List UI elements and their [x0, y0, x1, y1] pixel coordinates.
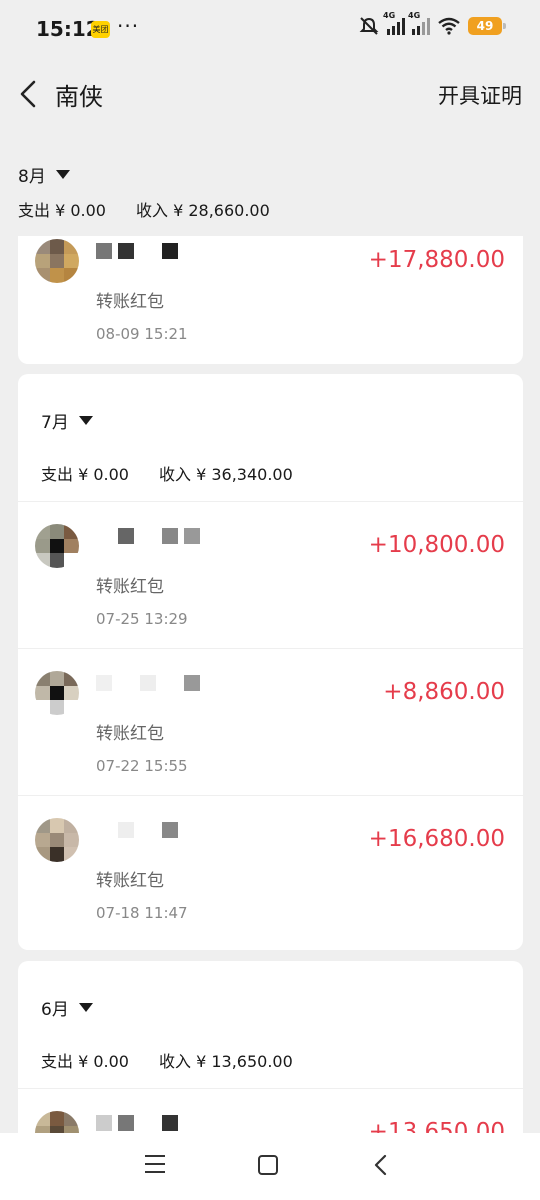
signal-1-icon: 4G: [383, 11, 405, 35]
list-item[interactable]: 转账红包 07-18 11:47 +16,680.00: [18, 796, 523, 943]
battery-icon: 49: [468, 17, 506, 35]
avatar: [35, 671, 79, 715]
issue-certificate-button[interactable]: 开具证明: [438, 80, 522, 110]
income-total: 收入 ¥ 13,650.00: [158, 1052, 293, 1071]
income-total: 收入 ¥ 36,340.00: [158, 465, 293, 484]
month-header: 6月 支出 ¥ 0.00 收入 ¥ 13,650.00: [18, 961, 523, 1089]
month-header: 7月 支出 ¥ 0.00 收入 ¥ 36,340.00: [18, 374, 523, 502]
signal-2-icon: 4G: [408, 11, 430, 35]
record-type: 转账红包: [96, 577, 164, 597]
nav-back-icon[interactable]: [372, 1153, 390, 1177]
record-datetime: 07-18 11:47: [96, 904, 188, 922]
sender-name-pixelated: [96, 675, 200, 691]
record-amount: +10,800.00: [368, 532, 505, 558]
status-bar: 15:12 美团 ··· 4G 4G 49: [0, 0, 540, 60]
sender-name-pixelated: [96, 822, 178, 838]
page-title: 南侠: [55, 83, 103, 111]
expense-total: 支出 ¥ 0.00: [41, 465, 129, 484]
record-type: 转账红包: [96, 724, 164, 744]
status-icons: 4G 4G 49: [358, 11, 506, 36]
record-amount: +17,880.00: [368, 247, 505, 273]
month-card-june: 6月 支出 ¥ 0.00 收入 ¥ 13,650.00 +13,650.00: [18, 961, 523, 1161]
bell-muted-icon: [359, 17, 379, 35]
month-selector-august[interactable]: 8月: [18, 162, 70, 187]
record-datetime: 07-22 15:55: [96, 757, 188, 775]
month-card-july: 7月 支出 ¥ 0.00 收入 ¥ 36,340.00 转账红包 07-25 1…: [18, 374, 523, 950]
recent-apps-icon[interactable]: [145, 1155, 165, 1173]
sticky-month-summary: 8月 支出 ¥ 0.00 收入 ¥ 28,660.00: [0, 150, 540, 236]
list-item[interactable]: 转账红包 07-25 13:29 +10,800.00: [18, 502, 523, 649]
month-label: 8月: [18, 167, 46, 187]
record-amount: +16,680.00: [368, 826, 505, 852]
caret-down-icon: [55, 170, 70, 179]
record-type: 转账红包: [96, 871, 164, 891]
expense-total: 支出 ¥ 0.00: [18, 201, 106, 220]
sender-name-pixelated: [96, 1115, 178, 1131]
avatar: [35, 818, 79, 862]
expense-total: 支出 ¥ 0.00: [41, 1052, 129, 1071]
back-arrow-icon[interactable]: [16, 78, 44, 110]
record-datetime: 08-09 15:21: [96, 325, 188, 343]
top-header: 南侠 开具证明: [0, 60, 540, 130]
month-label: 6月: [41, 1000, 69, 1020]
system-navigation-bar: [0, 1133, 540, 1200]
record-amount: +8,860.00: [383, 679, 505, 705]
avatar: [35, 239, 79, 283]
month-totals: 支出 ¥ 0.00 收入 ¥ 28,660.00: [18, 197, 270, 221]
list-item[interactable]: 转账红包 08-09 15:21 +17,880.00: [18, 217, 523, 364]
list-item[interactable]: 转账红包 07-22 15:55 +8,860.00: [18, 649, 523, 796]
avatar: [35, 524, 79, 568]
meituan-app-icon: 美团: [91, 21, 110, 38]
record-datetime: 07-25 13:29: [96, 610, 188, 628]
month-selector-june[interactable]: 6月: [41, 995, 93, 1020]
month-selector-july[interactable]: 7月: [41, 408, 93, 433]
caret-down-icon: [78, 1003, 93, 1012]
record-type: 转账红包: [96, 292, 164, 312]
home-icon[interactable]: [258, 1155, 278, 1175]
month-totals: 支出 ¥ 0.00 收入 ¥ 13,650.00: [41, 1048, 293, 1072]
caret-down-icon: [78, 416, 93, 425]
more-notifications-icon: ···: [117, 14, 140, 38]
month-label: 7月: [41, 413, 69, 433]
sender-name-pixelated: [96, 528, 200, 544]
income-total: 收入 ¥ 28,660.00: [135, 201, 270, 220]
month-totals: 支出 ¥ 0.00 收入 ¥ 36,340.00: [41, 461, 293, 485]
sender-name-pixelated: [96, 243, 178, 259]
wifi-icon: [438, 17, 460, 35]
